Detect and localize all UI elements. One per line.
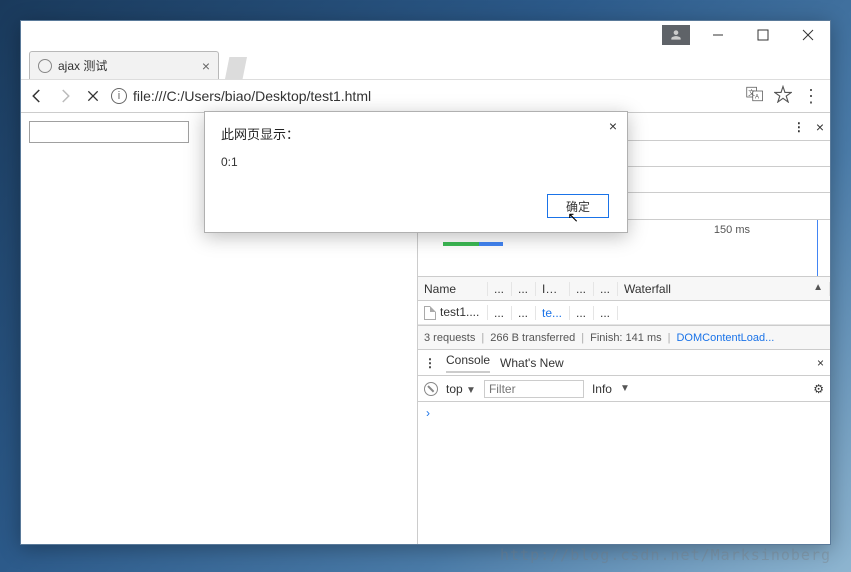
window-titlebar [21, 21, 830, 49]
person-icon [669, 28, 683, 42]
status-finish: Finish: 141 ms [590, 332, 662, 344]
timeline-tick: 150 ms [714, 224, 750, 236]
network-table: Name ... ... Ini... ... ... Waterfall▲ t… [418, 277, 830, 325]
new-tab-button[interactable] [225, 57, 247, 79]
status-dcl: DOMContentLoad... [676, 332, 774, 344]
menu-button[interactable]: ⋮ [802, 86, 820, 107]
browser-tab[interactable]: ajax 测试 × [29, 51, 219, 79]
console-toolbar: top ▼ Info ▼ ⚙ [418, 376, 830, 402]
url-text: file:///C:/Users/biao/Desktop/test1.html [133, 88, 371, 104]
forward-button[interactable] [55, 86, 75, 106]
maximize-button[interactable] [740, 21, 785, 49]
devtools-close-icon[interactable]: × [816, 119, 824, 135]
col-dots1[interactable]: ... [488, 282, 512, 296]
page-text-input[interactable] [29, 121, 189, 143]
col-waterfall[interactable]: Waterfall▲ [618, 282, 830, 296]
alert-close-icon[interactable]: × [609, 118, 617, 134]
toolbar: i file:///C:/Users/biao/Desktop/test1.ht… [21, 79, 830, 113]
svg-text:A: A [755, 94, 759, 100]
network-status-bar: 3 requests| 266 B transferred| Finish: 1… [418, 325, 830, 349]
cell-dots1: ... [488, 306, 512, 320]
console-filter-input[interactable] [484, 380, 584, 398]
col-initiator[interactable]: Ini... [536, 282, 570, 296]
cell-name: test1.... [418, 305, 488, 320]
cell-dots3: ... [570, 306, 594, 320]
stop-button[interactable] [83, 86, 103, 106]
drawer-tabbar: ⋮ Console What's New × [418, 350, 830, 376]
bookmark-icon[interactable] [774, 85, 792, 108]
devtools-menu-icon[interactable]: ⋮ [793, 120, 806, 134]
drawer-menu-icon[interactable]: ⋮ [424, 356, 436, 370]
translate-icon[interactable]: 文A [746, 86, 764, 107]
table-header: Name ... ... Ini... ... ... Waterfall▲ [418, 277, 830, 301]
context-select[interactable]: top ▼ [446, 382, 476, 396]
console-body[interactable]: › [418, 402, 830, 424]
user-indicator[interactable] [662, 25, 690, 45]
col-name[interactable]: Name [418, 282, 488, 296]
minimize-button[interactable] [695, 21, 740, 49]
col-dots4[interactable]: ... [594, 282, 618, 296]
cell-initiator[interactable]: te... [536, 306, 570, 320]
alert-title: 此网页显示： [221, 124, 611, 143]
favicon-icon [38, 59, 52, 73]
tab-whats-new[interactable]: What's New [500, 356, 564, 370]
level-select[interactable]: Info [592, 382, 612, 396]
file-icon [424, 306, 436, 320]
address-bar[interactable]: i file:///C:/Users/biao/Desktop/test1.ht… [111, 84, 738, 108]
timeline-marker [817, 220, 818, 276]
site-info-icon[interactable]: i [111, 88, 127, 104]
alert-message: 0:1 [221, 155, 611, 169]
timeline-bar [443, 242, 503, 246]
col-dots2[interactable]: ... [512, 282, 536, 296]
browser-window: ajax 测试 × i file:///C:/Users/biao/Deskto… [20, 20, 831, 545]
close-tab-icon[interactable]: × [202, 58, 210, 74]
close-window-button[interactable] [785, 21, 830, 49]
watermark-text: http://blog.csdn.net/Marksinoberg [500, 546, 831, 564]
tab-console[interactable]: Console [446, 353, 490, 373]
tab-title: ajax 测试 [58, 57, 196, 74]
clear-console-icon[interactable] [424, 382, 438, 396]
console-prompt: › [426, 406, 430, 420]
devtools-drawer: ⋮ Console What's New × top ▼ Info ▼ ⚙ › [418, 349, 830, 424]
sort-icon: ▲ [813, 282, 823, 293]
cell-dots2: ... [512, 306, 536, 320]
back-button[interactable] [27, 86, 47, 106]
javascript-alert: × 此网页显示： 0:1 确定 ↖ [204, 111, 628, 233]
status-transferred: 266 B transferred [490, 332, 575, 344]
cell-dots4: ... [594, 306, 618, 320]
status-requests: 3 requests [424, 332, 475, 344]
alert-ok-button[interactable]: 确定 [547, 194, 609, 218]
console-settings-icon[interactable]: ⚙ [813, 382, 824, 396]
table-row[interactable]: test1.... ... ... te... ... ... [418, 301, 830, 325]
chevron-down-icon: ▼ [620, 383, 630, 394]
col-dots3[interactable]: ... [570, 282, 594, 296]
svg-text:文: 文 [748, 87, 755, 96]
tab-strip: ajax 测试 × [21, 49, 830, 79]
drawer-close-icon[interactable]: × [817, 356, 824, 370]
